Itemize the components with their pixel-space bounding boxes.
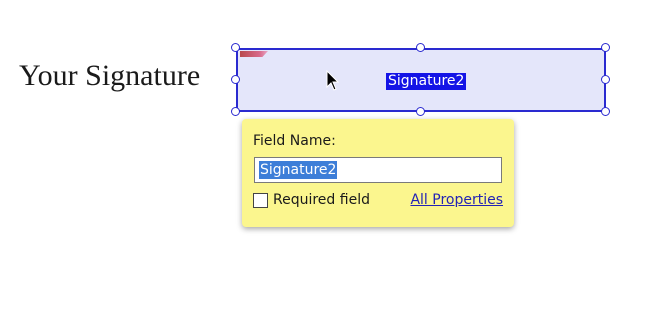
all-properties-link[interactable]: All Properties: [410, 192, 503, 208]
resize-handle-top-right[interactable]: [601, 43, 610, 52]
resize-handle-middle-right[interactable]: [601, 75, 610, 84]
required-field-checkbox[interactable]: [253, 193, 268, 208]
field-name-input[interactable]: Signature2: [254, 157, 502, 183]
signature-field-name: Signature2: [386, 73, 467, 90]
resize-handle-bottom-center[interactable]: [416, 107, 425, 116]
required-field-label: Required field: [273, 192, 370, 208]
mouse-pointer-icon: [326, 70, 340, 91]
page: Your Signature Signature2 Field Name: Si…: [0, 0, 660, 329]
field-properties-popup: Field Name: Signature2 Required field Al…: [242, 119, 514, 227]
resize-handle-bottom-right[interactable]: [601, 107, 610, 116]
signature-label: Your Signature: [19, 59, 201, 92]
field-name-label: Field Name:: [253, 133, 336, 149]
resize-handle-top-left[interactable]: [231, 43, 240, 52]
field-name-input-value: Signature2: [259, 161, 338, 179]
resize-handle-middle-left[interactable]: [231, 75, 240, 84]
resize-handle-bottom-left[interactable]: [231, 107, 240, 116]
field-type-tag-icon: [240, 51, 268, 57]
signature-field[interactable]: Signature2: [236, 48, 606, 112]
resize-handle-top-center[interactable]: [416, 43, 425, 52]
